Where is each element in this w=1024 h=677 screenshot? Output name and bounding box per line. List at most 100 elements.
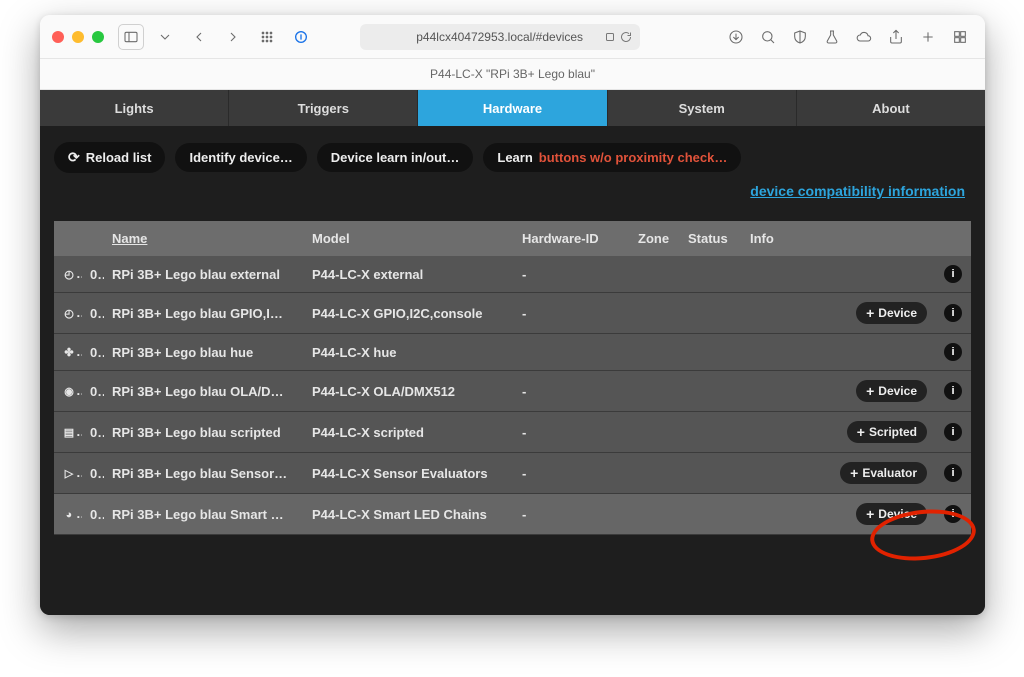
- row-hwid: [514, 334, 630, 371]
- row-zone: [630, 371, 680, 412]
- plus-icon: +: [866, 306, 874, 320]
- identify-label: Identify device…: [189, 150, 292, 165]
- grid-icon[interactable]: [254, 24, 280, 50]
- info-icon[interactable]: i: [944, 464, 962, 482]
- row-status: [680, 334, 742, 371]
- reader-refresh-combo[interactable]: [604, 31, 632, 43]
- info-icon[interactable]: i: [944, 304, 962, 322]
- table-row[interactable]: ◉0RPi 3B+ Lego blau OLA/D…P44-LC-X OLA/D…: [54, 371, 971, 412]
- device-learn-button[interactable]: Device learn in/out…: [317, 143, 474, 172]
- close-window-button[interactable]: [52, 31, 64, 43]
- row-status: [680, 453, 742, 494]
- col-name-header[interactable]: Name: [104, 221, 304, 256]
- row-status: [680, 494, 742, 535]
- add-button-label: Device: [878, 507, 917, 521]
- tabs-overview-icon[interactable]: [947, 24, 973, 50]
- row-model: P44-LC-X scripted: [304, 412, 514, 453]
- row-hwid: -: [514, 371, 630, 412]
- info-icon[interactable]: i: [944, 265, 962, 283]
- add-button-label: Device: [878, 384, 917, 398]
- back-button[interactable]: [186, 24, 212, 50]
- row-info: +Device: [742, 494, 935, 535]
- add-scripted-button[interactable]: +Scripted: [847, 421, 927, 443]
- compatibility-link[interactable]: device compatibility information: [750, 183, 971, 199]
- col-status-header[interactable]: Status: [680, 221, 742, 256]
- tab-label: Triggers: [298, 101, 349, 116]
- sidebar-toggle-icon[interactable]: [118, 24, 144, 50]
- col-hwid-header[interactable]: Hardware-ID: [514, 221, 630, 256]
- add-device-button[interactable]: + Device: [856, 380, 927, 402]
- tab-label: System: [679, 101, 725, 116]
- plus-icon: +: [866, 384, 874, 398]
- fullscreen-window-button[interactable]: [92, 31, 104, 43]
- app-area: Lights Triggers Hardware System About ⟳ Relo…: [40, 90, 985, 615]
- info-icon[interactable]: i: [944, 505, 962, 523]
- col-model-header[interactable]: Model: [304, 221, 514, 256]
- learn-noproximity-button[interactable]: Learn buttons w/o proximity check…: [483, 143, 741, 172]
- info-icon[interactable]: i: [944, 382, 962, 400]
- learn2-prefix: Learn: [497, 150, 532, 165]
- tab-lights[interactable]: Lights: [40, 90, 229, 126]
- cloud-icon[interactable]: [851, 24, 877, 50]
- table-header-row: Name Model Hardware-ID Zone Status Info: [54, 221, 971, 256]
- downloads-icon[interactable]: [723, 24, 749, 50]
- row-count: 0: [82, 293, 104, 334]
- main-tabs: Lights Triggers Hardware System About: [40, 90, 985, 126]
- col-info-header[interactable]: Info: [742, 221, 935, 256]
- toolbar-right-icons: [723, 24, 973, 50]
- action-row: ⟳ Reload list Identify device… Device le…: [54, 142, 971, 199]
- tab-label: Lights: [115, 101, 154, 116]
- row-name: RPi 3B+ Lego blau scripted: [104, 412, 304, 453]
- content-area: ⟳ Reload list Identify device… Device le…: [40, 126, 985, 615]
- row-info: [742, 334, 935, 371]
- flask-icon[interactable]: [819, 24, 845, 50]
- row-model: P44-LC-X OLA/DMX512: [304, 371, 514, 412]
- browser-window: p44lcx40472953.local/#devices: [40, 15, 985, 615]
- row-status: [680, 256, 742, 293]
- row-name: RPi 3B+ Lego blau Smart …: [104, 494, 304, 535]
- shield-icon[interactable]: [787, 24, 813, 50]
- row-zone: [630, 334, 680, 371]
- reload-list-button[interactable]: ⟳ Reload list: [54, 142, 165, 173]
- chevron-down-icon[interactable]: [152, 24, 178, 50]
- window-controls: [52, 31, 104, 43]
- info-icon[interactable]: i: [944, 343, 962, 361]
- tab-hardware[interactable]: Hardware: [418, 90, 607, 126]
- add-device-button[interactable]: +Device: [856, 503, 927, 525]
- new-tab-icon[interactable]: [915, 24, 941, 50]
- row-status: [680, 371, 742, 412]
- row-zone: [630, 293, 680, 334]
- table-row[interactable]: ◕0RPi 3B+ Lego blau Smart …P44-LC-X Smar…: [54, 494, 971, 535]
- share-icon[interactable]: [883, 24, 909, 50]
- add-evaluator-button[interactable]: +Evaluator: [840, 462, 927, 484]
- table-row[interactable]: ◴0RPi 3B+ Lego blau externalP44-LC-X ext…: [54, 256, 971, 293]
- identify-device-button[interactable]: Identify device…: [175, 143, 306, 172]
- minimize-window-button[interactable]: [72, 31, 84, 43]
- tab-system[interactable]: System: [608, 90, 797, 126]
- reload-icon: ⟳: [68, 149, 80, 166]
- table-row[interactable]: ▤0RPi 3B+ Lego blau scriptedP44-LC-X scr…: [54, 412, 971, 453]
- row-model: P44-LC-X hue: [304, 334, 514, 371]
- hue-icon: ✤: [62, 346, 76, 360]
- url-bar[interactable]: p44lcx40472953.local/#devices: [360, 24, 640, 50]
- forward-button[interactable]: [220, 24, 246, 50]
- row-info: +Scripted: [742, 412, 935, 453]
- table-row[interactable]: ✤0RPi 3B+ Lego blau hueP44-LC-X huei: [54, 334, 971, 371]
- row-name: RPi 3B+ Lego blau GPIO,I…: [104, 293, 304, 334]
- tab-about[interactable]: About: [797, 90, 985, 126]
- row-count: 0: [82, 371, 104, 412]
- tab-label: Hardware: [483, 101, 542, 116]
- info-icon[interactable]: i: [944, 423, 962, 441]
- add-device-button[interactable]: + Device: [856, 302, 927, 324]
- table-row[interactable]: ▷0RPi 3B+ Lego blau Sensor…P44-LC-X Sens…: [54, 453, 971, 494]
- table-row[interactable]: ◴0RPi 3B+ Lego blau GPIO,I…P44-LC-X GPIO…: [54, 293, 971, 334]
- onepassword-icon[interactable]: [288, 24, 314, 50]
- tab-triggers[interactable]: Triggers: [229, 90, 418, 126]
- col-zone-header[interactable]: Zone: [630, 221, 680, 256]
- add-button-label: Device: [878, 306, 917, 320]
- search-icon[interactable]: [755, 24, 781, 50]
- row-hwid: -: [514, 494, 630, 535]
- learn-label: Device learn in/out…: [331, 150, 460, 165]
- row-hwid: -: [514, 293, 630, 334]
- led-icon: ◕: [62, 508, 76, 522]
